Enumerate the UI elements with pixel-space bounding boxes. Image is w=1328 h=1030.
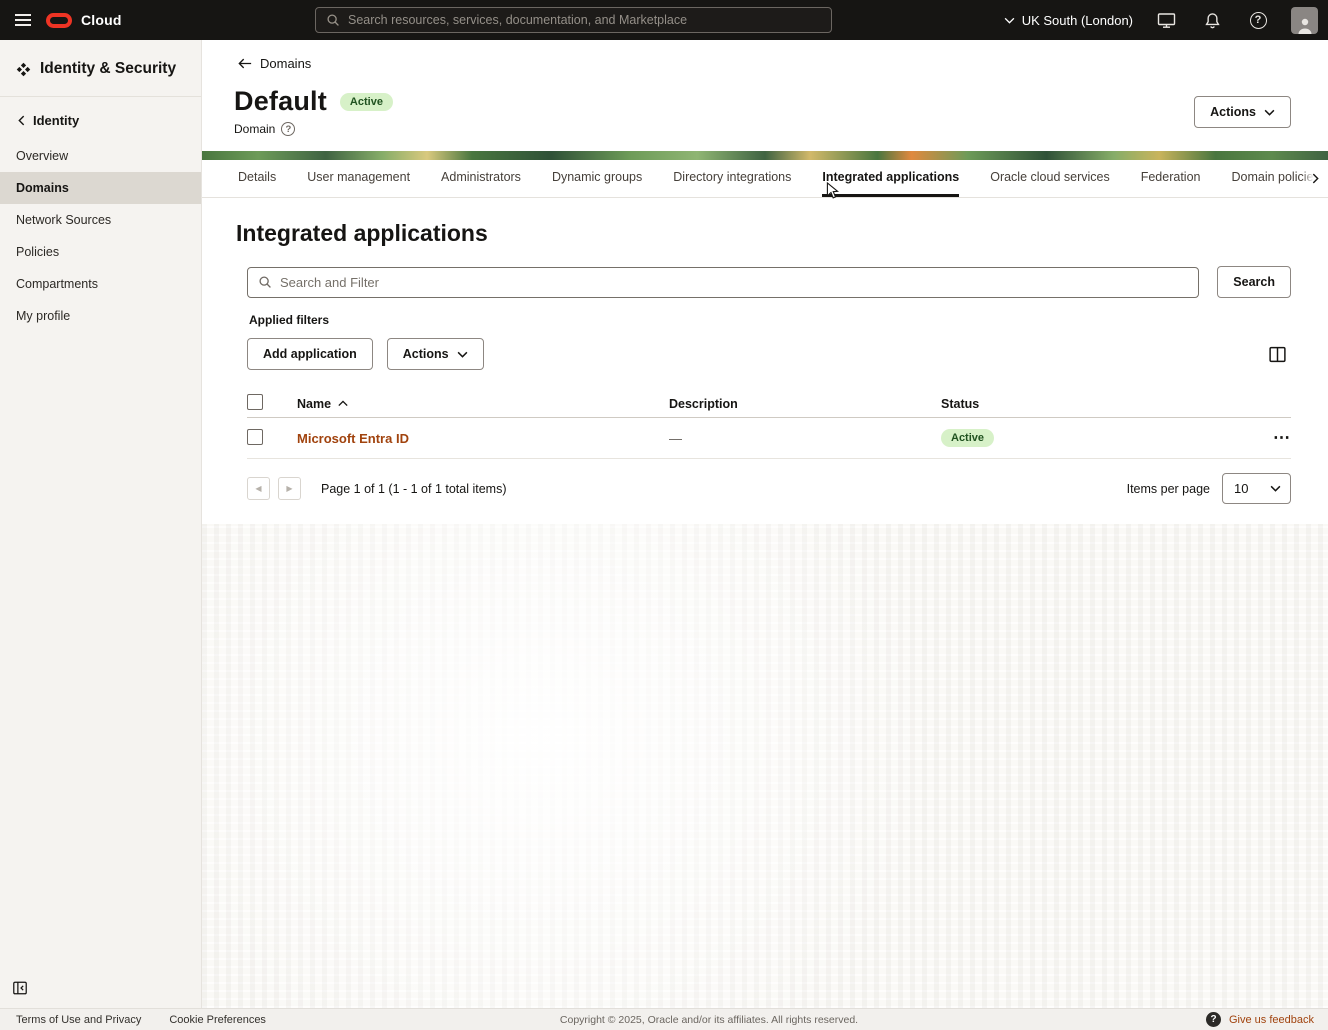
feedback-help-icon: ? bbox=[1206, 1012, 1221, 1027]
profile-avatar[interactable] bbox=[1291, 7, 1318, 34]
sidebar-item-my-profile[interactable]: My profile bbox=[0, 300, 201, 332]
tab-bar: Details User management Administrators D… bbox=[202, 160, 1328, 198]
items-per-page-label: Items per page bbox=[1127, 482, 1210, 496]
column-header-status[interactable]: Status bbox=[941, 397, 1255, 411]
chevron-down-icon bbox=[1004, 17, 1015, 24]
sidebar-collapse-button[interactable] bbox=[8, 976, 32, 1000]
column-settings-button[interactable] bbox=[1264, 341, 1291, 368]
sidebar-item-policies[interactable]: Policies bbox=[0, 236, 201, 268]
domain-help-icon[interactable]: ? bbox=[281, 122, 295, 136]
column-header-description[interactable]: Description bbox=[669, 397, 941, 411]
global-search-input[interactable] bbox=[348, 13, 821, 27]
sidebar-nav: Overview Domains Network Sources Policie… bbox=[0, 140, 201, 332]
row-status-badge: Active bbox=[941, 429, 994, 447]
row-actions-menu-button[interactable]: ⋯ bbox=[1273, 428, 1291, 448]
domain-status-badge: Active bbox=[340, 93, 393, 111]
oracle-logo-icon bbox=[46, 13, 72, 28]
identity-security-icon bbox=[16, 62, 31, 77]
help-button[interactable]: ? bbox=[1245, 7, 1271, 33]
sort-ascending-icon[interactable] bbox=[338, 400, 348, 407]
previous-page-button[interactable]: ◀ bbox=[247, 477, 270, 500]
pagination: ◀ ▶ Page 1 of 1 (1 - 1 of 1 total items)… bbox=[247, 473, 1291, 504]
sidebar-item-network-sources[interactable]: Network Sources bbox=[0, 204, 201, 236]
back-arrow-icon bbox=[238, 58, 252, 69]
page-title: Default bbox=[234, 86, 327, 117]
decorative-banner bbox=[202, 151, 1328, 160]
cloud-shell-button[interactable] bbox=[1153, 7, 1179, 33]
table-actions-button[interactable]: Actions bbox=[387, 338, 484, 370]
tab-details[interactable]: Details bbox=[238, 160, 276, 197]
items-per-page-value: 10 bbox=[1234, 481, 1248, 496]
region-selector[interactable]: UK South (London) bbox=[1004, 13, 1133, 28]
next-page-button[interactable]: ▶ bbox=[278, 477, 301, 500]
resource-type-label: Domain bbox=[234, 122, 275, 136]
row-description: — bbox=[669, 431, 941, 446]
search-icon bbox=[258, 275, 272, 289]
region-label: UK South (London) bbox=[1022, 13, 1133, 28]
breadcrumb-label: Domains bbox=[260, 56, 311, 71]
sidebar-section-label: Identity bbox=[33, 113, 79, 128]
topbar-right: UK South (London) ? bbox=[1004, 7, 1328, 34]
applied-filters-label: Applied filters bbox=[249, 313, 1291, 327]
sidebar-title-label: Identity & Security bbox=[40, 60, 176, 78]
breadcrumb-back-domains[interactable]: Domains bbox=[238, 56, 311, 71]
notifications-button[interactable] bbox=[1199, 7, 1225, 33]
feedback-link[interactable]: Give us feedback bbox=[1229, 1014, 1314, 1026]
navigation-menu-button[interactable] bbox=[0, 0, 46, 40]
applications-table: Name Description Status Microsoft Entra … bbox=[247, 390, 1291, 459]
add-application-button[interactable]: Add application bbox=[247, 338, 373, 370]
table-row: Microsoft Entra ID — Active ⋯ bbox=[247, 418, 1291, 459]
content-heading: Integrated applications bbox=[236, 220, 1291, 247]
footer: Terms of Use and Privacy Cookie Preferen… bbox=[0, 1008, 1328, 1030]
application-link[interactable]: Microsoft Entra ID bbox=[297, 431, 409, 446]
sidebar: Identity & Security Identity Overview Do… bbox=[0, 40, 202, 1008]
main-content: Domains Default Active Domain ? Actions … bbox=[202, 40, 1328, 1008]
sidebar-item-domains[interactable]: Domains bbox=[0, 172, 201, 204]
tab-federation[interactable]: Federation bbox=[1141, 160, 1201, 197]
sidebar-item-compartments[interactable]: Compartments bbox=[0, 268, 201, 300]
table-header-row: Name Description Status bbox=[247, 390, 1291, 418]
tab-oracle-cloud-services[interactable]: Oracle cloud services bbox=[990, 160, 1110, 197]
row-checkbox[interactable] bbox=[247, 429, 263, 445]
page-card: Domains Default Active Domain ? Actions … bbox=[202, 40, 1328, 524]
page-actions-button[interactable]: Actions bbox=[1194, 96, 1291, 128]
pagination-summary: Page 1 of 1 (1 - 1 of 1 total items) bbox=[321, 482, 507, 496]
tab-panel-integrated-applications: Integrated applications Search Applied f… bbox=[202, 220, 1328, 504]
tab-user-management[interactable]: User management bbox=[307, 160, 410, 197]
page-header: Domains Default Active Domain ? Actions bbox=[202, 40, 1328, 136]
items-per-page-select[interactable]: 10 bbox=[1222, 473, 1291, 504]
copyright-text: Copyright © 2025, Oracle and/or its affi… bbox=[470, 1014, 858, 1026]
tab-directory-integrations[interactable]: Directory integrations bbox=[673, 160, 791, 197]
cookie-preferences-link[interactable]: Cookie Preferences bbox=[169, 1014, 266, 1026]
select-all-checkbox[interactable] bbox=[247, 394, 263, 410]
global-search[interactable] bbox=[315, 7, 832, 33]
tab-dynamic-groups[interactable]: Dynamic groups bbox=[552, 160, 642, 197]
question-icon: ? bbox=[1250, 12, 1267, 29]
chevron-left-icon bbox=[18, 115, 25, 126]
tab-administrators[interactable]: Administrators bbox=[441, 160, 521, 197]
sidebar-item-overview[interactable]: Overview bbox=[0, 140, 201, 172]
filter-search-input[interactable] bbox=[280, 275, 1188, 290]
table-actions-label: Actions bbox=[403, 347, 449, 361]
topbar: Cloud UK South (London) ? bbox=[0, 0, 1328, 40]
terms-link[interactable]: Terms of Use and Privacy bbox=[16, 1014, 141, 1026]
filter-search-box[interactable] bbox=[247, 267, 1199, 298]
tab-integrated-applications[interactable]: Integrated applications bbox=[822, 160, 959, 197]
brand-label: Cloud bbox=[81, 12, 122, 28]
search-icon bbox=[326, 13, 340, 27]
column-header-name[interactable]: Name bbox=[297, 397, 331, 411]
page-actions-label: Actions bbox=[1210, 105, 1256, 119]
search-button[interactable]: Search bbox=[1217, 266, 1291, 298]
sidebar-back-identity[interactable]: Identity bbox=[0, 97, 201, 140]
oracle-cloud-brand[interactable]: Cloud bbox=[46, 12, 122, 28]
sidebar-title: Identity & Security bbox=[0, 40, 201, 97]
tab-overflow-chevron[interactable] bbox=[1302, 160, 1328, 197]
